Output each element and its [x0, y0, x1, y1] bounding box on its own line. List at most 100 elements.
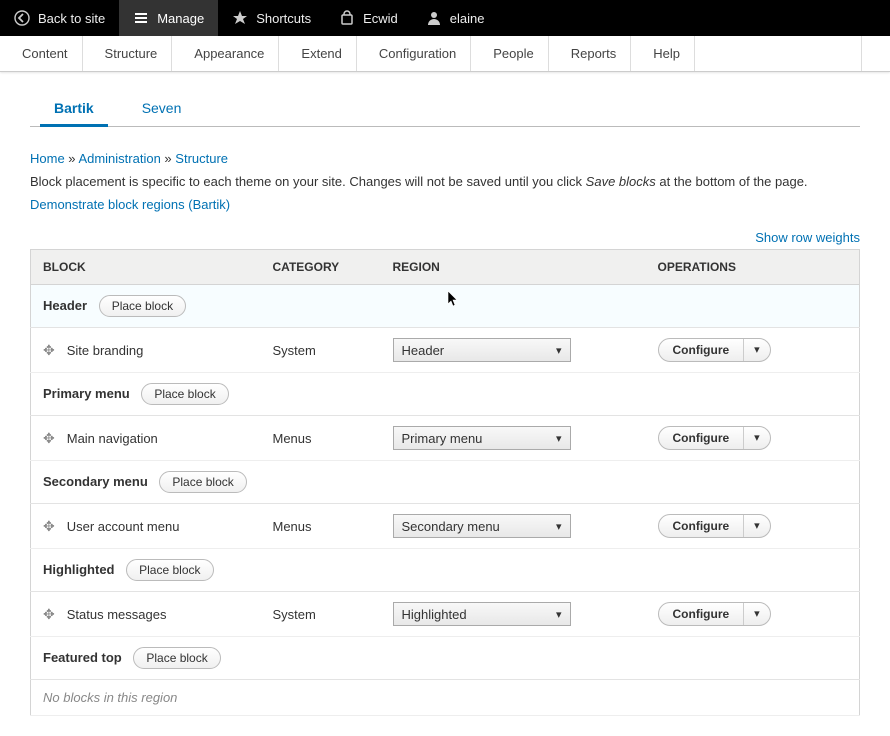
ops-main-navigation: Configure ▾: [658, 426, 771, 450]
ops-dropdown-icon[interactable]: ▾: [744, 515, 770, 537]
empty-row-featured-top: No blocks in this region: [31, 680, 860, 716]
admin-configuration[interactable]: Configuration: [357, 36, 471, 71]
block-name: User account menu: [67, 519, 180, 534]
toolbar-ecwid[interactable]: Ecwid: [325, 0, 412, 36]
configure-button[interactable]: Configure: [659, 427, 745, 449]
configure-button[interactable]: Configure: [659, 603, 745, 625]
ops-dropdown-icon[interactable]: ▾: [744, 427, 770, 449]
th-region: REGION: [381, 250, 646, 285]
toolbar-shortcuts-label: Shortcuts: [256, 11, 311, 26]
admin-appearance[interactable]: Appearance: [172, 36, 279, 71]
breadcrumb-home[interactable]: Home: [30, 151, 65, 166]
theme-tabs: Bartik Seven: [30, 90, 860, 127]
breadcrumb-admin[interactable]: Administration: [78, 151, 160, 166]
admin-menu: Content Structure Appearance Extend Conf…: [0, 36, 890, 72]
region-select-site-branding[interactable]: Header: [393, 338, 571, 362]
demo-regions-link[interactable]: Demonstrate block regions (Bartik): [30, 197, 230, 212]
ops-user-account-menu: Configure ▾: [658, 514, 771, 538]
region-featured-top-label: Featured top: [43, 650, 122, 665]
admin-help-label: Help: [653, 46, 680, 61]
drag-handle-icon[interactable]: ✥: [43, 606, 55, 623]
region-primary-menu: Primary menu Place block: [31, 373, 860, 416]
ops-dropdown-icon[interactable]: ▾: [744, 603, 770, 625]
place-block-primary-menu[interactable]: Place block: [141, 383, 228, 405]
chevron-left-icon: [14, 10, 30, 26]
admin-people[interactable]: People: [471, 36, 548, 71]
drag-handle-icon[interactable]: ✥: [43, 342, 55, 359]
description: Block placement is specific to each them…: [30, 174, 860, 189]
block-name: Main navigation: [67, 431, 158, 446]
toolbar: Back to site Manage Shortcuts Ecwid elai…: [0, 0, 890, 36]
region-select-main-navigation[interactable]: Primary menu: [393, 426, 571, 450]
admin-structure[interactable]: Structure: [83, 36, 173, 71]
admin-spacer: [695, 36, 862, 71]
blocks-table: BLOCK CATEGORY REGION OPERATIONS Header …: [30, 249, 860, 716]
toolbar-manage[interactable]: Manage: [119, 0, 218, 36]
tab-bartik[interactable]: Bartik: [30, 90, 118, 126]
toolbar-back[interactable]: Back to site: [0, 0, 119, 36]
block-category: System: [261, 328, 381, 373]
toolbar-shortcuts[interactable]: Shortcuts: [218, 0, 325, 36]
region-secondary-menu-label: Secondary menu: [43, 474, 148, 489]
th-block: BLOCK: [31, 250, 261, 285]
admin-appearance-label: Appearance: [194, 46, 264, 61]
region-select-user-account-menu[interactable]: Secondary menu: [393, 514, 571, 538]
page-content: Bartik Seven Home » Administration » Str…: [0, 72, 890, 736]
admin-extend-label: Extend: [301, 46, 341, 61]
description-emph: Save blocks: [586, 174, 656, 189]
ops-status-messages: Configure ▾: [658, 602, 771, 626]
configure-button[interactable]: Configure: [659, 515, 745, 537]
block-name: Status messages: [67, 607, 167, 622]
admin-collapse[interactable]: [862, 36, 890, 71]
region-highlighted: Highlighted Place block: [31, 549, 860, 592]
place-block-secondary-menu[interactable]: Place block: [159, 471, 246, 493]
admin-people-label: People: [493, 46, 533, 61]
admin-help[interactable]: ? Help: [631, 36, 695, 71]
admin-reports-label: Reports: [571, 46, 617, 61]
user-icon: [426, 10, 442, 26]
region-select-status-messages[interactable]: Highlighted: [393, 602, 571, 626]
star-icon: [232, 10, 248, 26]
drag-handle-icon[interactable]: ✥: [43, 518, 55, 535]
place-block-highlighted[interactable]: Place block: [126, 559, 213, 581]
admin-structure-label: Structure: [105, 46, 158, 61]
th-category: CATEGORY: [261, 250, 381, 285]
toolbar-user[interactable]: elaine: [412, 0, 499, 36]
region-highlighted-label: Highlighted: [43, 562, 115, 577]
block-row-user-account-menu: ✥ User account menu Menus Secondary menu…: [31, 504, 860, 549]
block-category: Menus: [261, 504, 381, 549]
show-row-weights-link[interactable]: Show row weights: [755, 230, 860, 245]
bag-icon: [339, 10, 355, 26]
block-category: Menus: [261, 416, 381, 461]
breadcrumb: Home » Administration » Structure: [30, 151, 860, 166]
ops-site-branding: Configure ▾: [658, 338, 771, 362]
toolbar-user-label: elaine: [450, 11, 485, 26]
toolbar-ecwid-label: Ecwid: [363, 11, 398, 26]
toolbar-back-label: Back to site: [38, 11, 105, 26]
region-secondary-menu: Secondary menu Place block: [31, 461, 860, 504]
place-block-featured-top[interactable]: Place block: [133, 647, 220, 669]
admin-reports[interactable]: Reports: [549, 36, 632, 71]
tab-seven[interactable]: Seven: [118, 90, 206, 126]
hamburger-icon: [133, 10, 149, 26]
admin-extend[interactable]: Extend: [279, 36, 356, 71]
block-name: Site branding: [67, 343, 144, 358]
block-category: System: [261, 592, 381, 637]
breadcrumb-structure[interactable]: Structure: [175, 151, 228, 166]
drag-handle-icon[interactable]: ✥: [43, 430, 55, 447]
configure-button[interactable]: Configure: [659, 339, 745, 361]
region-header: Header Place block: [31, 285, 860, 328]
block-row-status-messages: ✥ Status messages System Highlighted Con…: [31, 592, 860, 637]
region-header-label: Header: [43, 298, 87, 313]
block-row-site-branding: ✥ Site branding System Header Configure …: [31, 328, 860, 373]
region-primary-menu-label: Primary menu: [43, 386, 130, 401]
admin-content[interactable]: Content: [0, 36, 83, 71]
empty-region-label: No blocks in this region: [31, 680, 860, 716]
region-featured-top: Featured top Place block: [31, 637, 860, 680]
place-block-header[interactable]: Place block: [99, 295, 186, 317]
th-operations: OPERATIONS: [646, 250, 860, 285]
admin-content-label: Content: [22, 46, 68, 61]
ops-dropdown-icon[interactable]: ▾: [744, 339, 770, 361]
description-text2: at the bottom of the page.: [656, 174, 808, 189]
admin-configuration-label: Configuration: [379, 46, 456, 61]
